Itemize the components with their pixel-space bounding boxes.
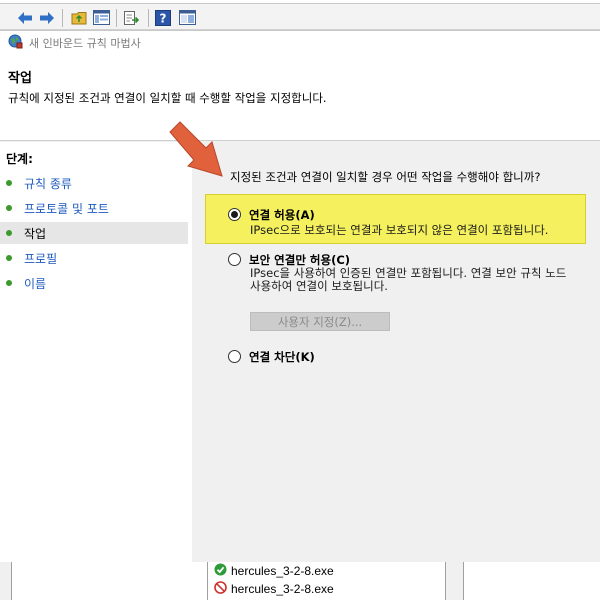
page-title: 작업 (8, 71, 32, 86)
allow-connection-radio[interactable] (228, 208, 241, 221)
allow-secure-connection-radio[interactable] (228, 253, 241, 266)
allow-secure-description-line2: 사용하여 연결이 보호됩니다. (250, 279, 388, 293)
block-connection-option[interactable]: 연결 차단(K) (228, 349, 315, 365)
action-question: 지정된 조건과 연결이 일치할 경우 어떤 작업을 수행해야 합니까? (230, 170, 541, 184)
step-bullet-icon (6, 230, 12, 236)
wizard-titlebar: 새 인바운드 규칙 마법사 (0, 31, 600, 55)
console-tree-icon[interactable] (92, 9, 110, 26)
console-left-edge (0, 562, 12, 600)
list-scrollbar[interactable] (446, 562, 464, 600)
console-toolbar: ? (0, 0, 600, 30)
step-label: 작업 (24, 226, 47, 241)
console-menu-strip (0, 0, 600, 4)
rule-name: hercules_3-2-8.exe (231, 564, 334, 578)
allowed-check-icon (214, 563, 227, 579)
step-label: 프로토콜 및 포트 (24, 201, 109, 216)
pointer-arrow-icon (169, 121, 223, 177)
wizard-title: 새 인바운드 규칙 마법사 (29, 37, 141, 50)
rules-list: hercules_3-2-8.exe hercules_3-2-8.exe (208, 562, 446, 600)
back-arrow-icon[interactable] (16, 9, 34, 26)
step-label: 프로필 (24, 251, 58, 266)
step-action[interactable]: 작업 (0, 222, 188, 244)
actions-pane (464, 562, 600, 600)
allow-connection-description: IPsec으로 보호되는 연결과 보호되지 않은 연결이 포함됩니다. (250, 223, 549, 237)
toolbar-separator (62, 9, 63, 27)
step-rule-type[interactable]: 규칙 종류 (0, 172, 188, 194)
customize-button[interactable]: 사용자 지정(Z)... (250, 312, 390, 331)
toolbar-separator (148, 9, 149, 27)
step-bullet-icon (6, 180, 12, 186)
step-protocol-and-ports[interactable]: 프로토콜 및 포트 (0, 197, 188, 219)
rule-name: hercules_3-2-8.exe (231, 582, 334, 596)
help-icon[interactable]: ? (154, 9, 172, 26)
forward-arrow-icon[interactable] (38, 9, 56, 26)
block-connection-label: 연결 차단(K) (249, 350, 315, 364)
new-inbound-rule-wizard: 새 인바운드 규칙 마법사 작업 규칙에 지정된 조건과 연결이 일치할 때 수… (0, 30, 600, 563)
svg-text:?: ? (160, 11, 167, 25)
toolbar-separator (116, 9, 117, 27)
list-item[interactable]: hercules_3-2-8.exe (214, 580, 334, 598)
steps-pane: 단계: 규칙 종류 프로토콜 및 포트 작업 프로필 이름 (0, 142, 192, 563)
export-list-icon[interactable] (122, 9, 140, 26)
radio-selected-dot (231, 211, 238, 218)
firewall-globe-icon (8, 34, 23, 52)
step-bullet-icon (6, 255, 12, 261)
allow-connection-label: 연결 허용(A) (249, 208, 315, 222)
show-hide-pane-icon[interactable] (178, 9, 196, 26)
block-connection-radio[interactable] (228, 350, 241, 363)
step-name[interactable]: 이름 (0, 272, 188, 294)
blocked-icon (214, 581, 227, 597)
step-label: 규칙 종류 (24, 176, 72, 191)
allow-connection-option[interactable]: 연결 허용(A) (228, 207, 315, 223)
step-profile[interactable]: 프로필 (0, 247, 188, 269)
console-tree-pane (12, 562, 208, 600)
steps-title: 단계: (6, 152, 33, 166)
folder-up-icon[interactable] (70, 9, 88, 26)
list-item[interactable]: hercules_3-2-8.exe (214, 562, 334, 580)
wizard-content: 지정된 조건과 연결이 일치할 경우 어떤 작업을 수행해야 합니까? 연결 허… (192, 142, 600, 563)
step-bullet-icon (6, 205, 12, 211)
step-bullet-icon (6, 280, 12, 286)
step-label: 이름 (24, 276, 47, 291)
wizard-header: 작업 규칙에 지정된 조건과 연결이 일치할 때 수행할 작업을 지정합니다. (0, 55, 600, 141)
page-description: 규칙에 지정된 조건과 연결이 일치할 때 수행할 작업을 지정합니다. (8, 91, 327, 105)
